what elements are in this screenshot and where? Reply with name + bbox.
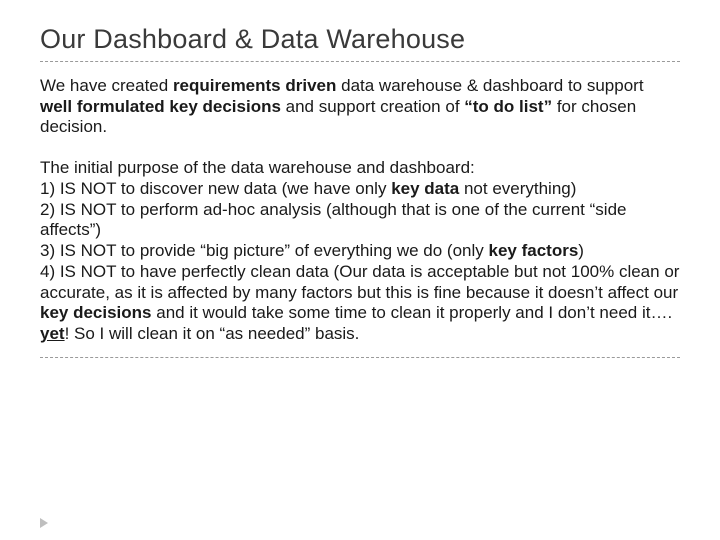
point-3-c: ) [578, 241, 584, 260]
bold-key-data: key data [391, 179, 459, 198]
point-3-a: 3) IS NOT to provide “big picture” of ev… [40, 241, 489, 260]
bold-key-decisions-2: key decisions [40, 303, 152, 322]
divider-top [40, 61, 680, 62]
purpose-lead: The initial purpose of the data warehous… [40, 158, 475, 177]
bold-key-decisions: well formulated key decisions [40, 97, 281, 116]
point-4-c: and it would take some time to clean it … [152, 303, 673, 322]
bold-to-do-list: “to do list” [464, 97, 552, 116]
bold-underline-yet: yet [40, 324, 65, 343]
point-4-a: 4) IS NOT to have perfectly clean data (… [40, 262, 679, 302]
point-4-e: ! So I will clean it on “as needed” basi… [65, 324, 360, 343]
text: data warehouse & dashboard to support [336, 76, 643, 95]
point-2: 2) IS NOT to perform ad-hoc analysis (al… [40, 200, 626, 240]
text: We have created [40, 76, 173, 95]
text: and support creation of [281, 97, 464, 116]
point-1-c: not everything) [459, 179, 576, 198]
slide-title: Our Dashboard & Data Warehouse [40, 24, 680, 55]
arrow-right-icon [40, 518, 48, 528]
point-1-a: 1) IS NOT to discover new data (we have … [40, 179, 391, 198]
slide: Our Dashboard & Data Warehouse We have c… [0, 0, 720, 540]
intro-paragraph: We have created requirements driven data… [40, 76, 680, 138]
bold-key-factors: key factors [489, 241, 579, 260]
slide-body: We have created requirements driven data… [40, 76, 680, 345]
purpose-list: The initial purpose of the data warehous… [40, 158, 680, 345]
bold-requirements-driven: requirements driven [173, 76, 336, 95]
divider-bottom [40, 357, 680, 358]
